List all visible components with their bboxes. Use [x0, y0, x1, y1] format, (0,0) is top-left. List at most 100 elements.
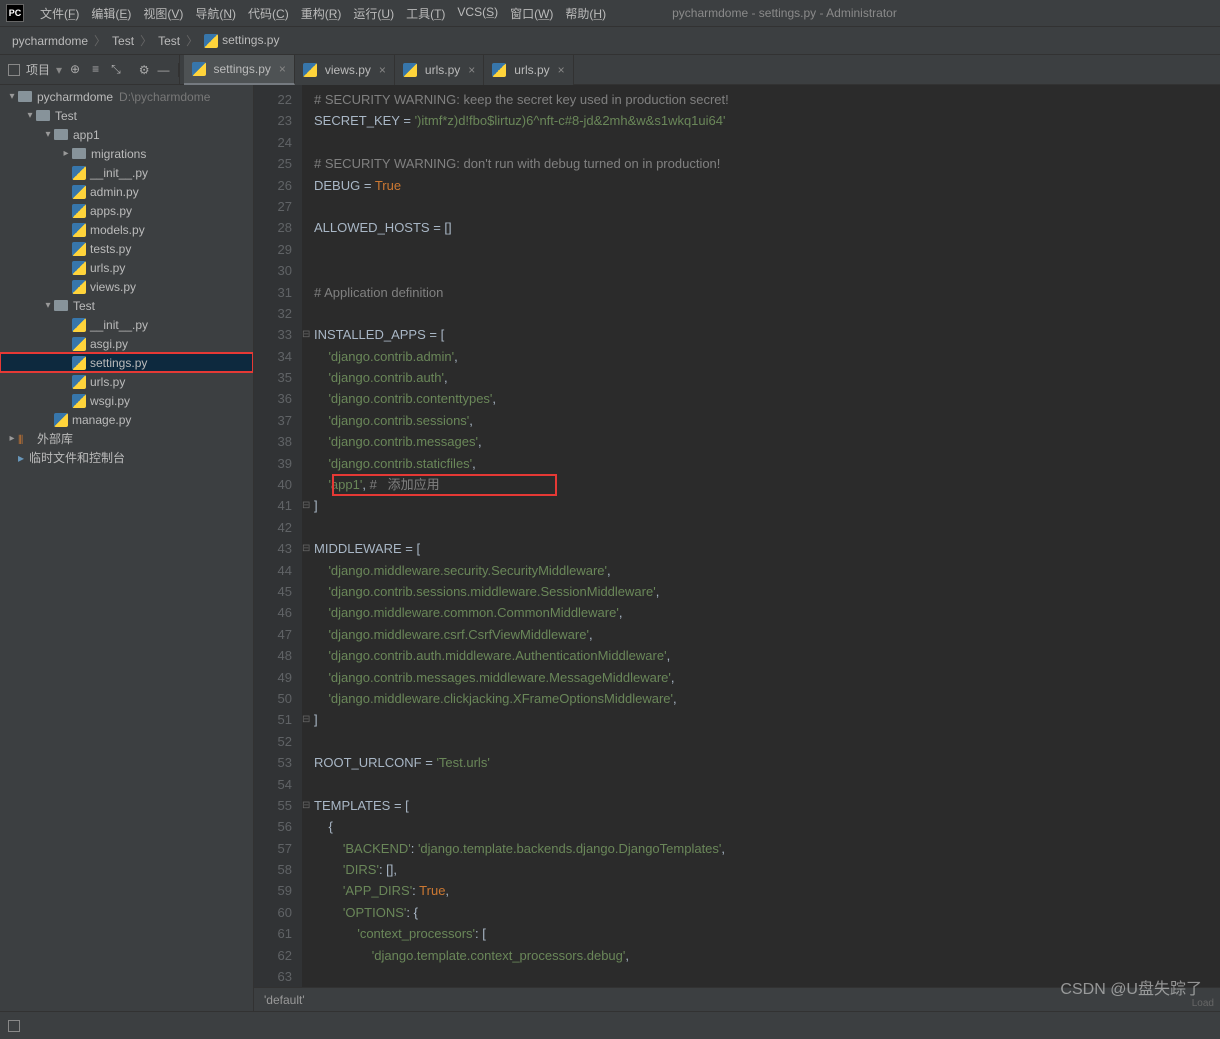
code-line[interactable] [302, 517, 1220, 538]
project-sidebar[interactable]: ▾pycharmdomeD:\pycharmdome▾Test▾app1▸mig… [0, 85, 254, 1035]
code-line[interactable]: 'OPTIONS': { [302, 902, 1220, 923]
close-icon[interactable]: × [468, 63, 475, 77]
tree-item[interactable]: ▸外部库 [0, 429, 253, 448]
flatten-icon[interactable]: ≡ [92, 62, 99, 77]
code-line[interactable] [302, 260, 1220, 281]
tool-window-icon[interactable] [8, 1020, 20, 1032]
code-line[interactable]: 'django.contrib.auth', [302, 367, 1220, 388]
code-line[interactable]: 'django.contrib.auth.middleware.Authenti… [302, 645, 1220, 666]
gear-icon[interactable]: ⚙ [139, 63, 150, 77]
code-line[interactable]: 'django.middleware.csrf.CsrfViewMiddlewa… [302, 624, 1220, 645]
code-line[interactable]: 'django.template.context_processors.debu… [302, 945, 1220, 966]
code-line[interactable]: SECRET_KEY = ')itmf*z)d!fbo$lirtuz)6^nft… [302, 110, 1220, 131]
menu-item[interactable]: 工具(T) [400, 5, 451, 22]
code-line[interactable]: 'django.contrib.sessions.middleware.Sess… [302, 581, 1220, 602]
menu-item[interactable]: 窗口(W) [504, 5, 559, 22]
close-icon[interactable]: × [558, 63, 565, 77]
code-line[interactable]: # Application definition [302, 282, 1220, 303]
tree-item[interactable]: admin.py [0, 182, 253, 201]
code-line[interactable]: 'django.middleware.common.CommonMiddlewa… [302, 602, 1220, 623]
editor-code[interactable]: # SECURITY WARNING: keep the secret key … [302, 85, 1220, 1035]
code-line[interactable]: 'django.contrib.staticfiles', [302, 453, 1220, 474]
menu-item[interactable]: 视图(V) [137, 5, 189, 22]
code-line[interactable]: 'DIRS': [], [302, 859, 1220, 880]
dropdown-icon[interactable]: ▾ [56, 63, 62, 77]
project-tool-label[interactable]: 项目 ▾ [0, 61, 70, 78]
expand-arrow-icon[interactable]: ▾ [24, 110, 36, 121]
menu-item[interactable]: VCS(S) [451, 5, 504, 22]
tree-item[interactable]: ▾Test [0, 296, 253, 315]
tree-item[interactable]: urls.py [0, 372, 253, 391]
editor-tab[interactable]: settings.py× [184, 55, 295, 85]
breadcrumb-item[interactable]: Test [156, 34, 182, 48]
tree-item[interactable]: settings.py [0, 353, 253, 372]
code-line[interactable]: 'django.contrib.contenttypes', [302, 388, 1220, 409]
code-line[interactable]: ROOT_URLCONF = 'Test.urls' [302, 752, 1220, 773]
code-line[interactable] [302, 239, 1220, 260]
code-line[interactable]: # SECURITY WARNING: don't run with debug… [302, 153, 1220, 174]
code-line[interactable] [302, 132, 1220, 153]
code-line[interactable]: ALLOWED_HOSTS = [] [302, 217, 1220, 238]
code-editor[interactable]: 2223242526272829303132333435363738394041… [254, 85, 1220, 1035]
code-line[interactable]: ⊟MIDDLEWARE = [ [302, 538, 1220, 559]
close-icon[interactable]: × [379, 63, 386, 77]
code-line[interactable]: 'django.contrib.messages', [302, 431, 1220, 452]
code-line[interactable]: 'django.contrib.admin', [302, 346, 1220, 367]
code-line[interactable]: 'APP_DIRS': True, [302, 880, 1220, 901]
tree-item[interactable]: models.py [0, 220, 253, 239]
hide-icon[interactable]: — [158, 63, 170, 77]
code-line[interactable] [302, 196, 1220, 217]
collapse-icon[interactable]: ⤡ [111, 62, 121, 77]
tree-item[interactable]: ▾Test [0, 106, 253, 125]
code-line[interactable]: 'django.middleware.clickjacking.XFrameOp… [302, 688, 1220, 709]
code-line[interactable]: ⊟INSTALLED_APPS = [ [302, 324, 1220, 345]
tree-item[interactable]: asgi.py [0, 334, 253, 353]
code-line[interactable] [302, 303, 1220, 324]
code-line[interactable]: DEBUG = True [302, 175, 1220, 196]
code-line[interactable]: # SECURITY WARNING: keep the secret key … [302, 89, 1220, 110]
code-line[interactable]: 'django.middleware.security.SecurityMidd… [302, 560, 1220, 581]
breadcrumb-item[interactable]: settings.py [202, 33, 281, 48]
code-line[interactable]: ⊟TEMPLATES = [ [302, 795, 1220, 816]
menu-item[interactable]: 重构(R) [295, 5, 348, 22]
code-line[interactable]: { [302, 816, 1220, 837]
project-tree[interactable]: ▾pycharmdomeD:\pycharmdome▾Test▾app1▸mig… [0, 85, 253, 467]
tree-item[interactable]: wsgi.py [0, 391, 253, 410]
menu-item[interactable]: 导航(N) [189, 5, 242, 22]
menu-item[interactable]: 运行(U) [347, 5, 400, 22]
locate-icon[interactable]: ⊕ [70, 62, 80, 77]
tree-item[interactable]: apps.py [0, 201, 253, 220]
tree-item[interactable]: ▾app1 [0, 125, 253, 144]
tree-item[interactable]: tests.py [0, 239, 253, 258]
code-line[interactable]: 'django.contrib.sessions', [302, 410, 1220, 431]
editor-tab[interactable]: urls.py× [395, 55, 484, 85]
tree-item[interactable]: __init__.py [0, 163, 253, 182]
close-icon[interactable]: × [279, 62, 286, 76]
code-line[interactable]: ⊟] [302, 709, 1220, 730]
tree-item[interactable]: views.py [0, 277, 253, 296]
code-line[interactable] [302, 774, 1220, 795]
code-line[interactable] [302, 731, 1220, 752]
tree-item[interactable]: ▾pycharmdomeD:\pycharmdome [0, 87, 253, 106]
code-line[interactable]: 'django.contrib.messages.middleware.Mess… [302, 667, 1220, 688]
expand-arrow-icon[interactable]: ▸ [6, 433, 18, 444]
tree-item[interactable]: __init__.py [0, 315, 253, 334]
tree-item[interactable]: 临时文件和控制台 [0, 448, 253, 467]
menu-item[interactable]: 编辑(E) [85, 5, 137, 22]
code-line[interactable]: ⊟] [302, 495, 1220, 516]
menu-item[interactable]: 帮助(H) [559, 5, 612, 22]
tree-item[interactable]: manage.py [0, 410, 253, 429]
code-line[interactable]: 'app1', # 添加应用 [302, 474, 1220, 495]
expand-arrow-icon[interactable]: ▾ [6, 91, 18, 102]
editor-tab[interactable]: urls.py× [484, 55, 573, 85]
expand-arrow-icon[interactable]: ▸ [60, 148, 72, 159]
menu-item[interactable]: 代码(C) [242, 5, 295, 22]
menu-item[interactable]: 文件(F) [34, 5, 85, 22]
breadcrumb-item[interactable]: Test [110, 34, 136, 48]
tree-item[interactable]: urls.py [0, 258, 253, 277]
tree-item[interactable]: ▸migrations [0, 144, 253, 163]
expand-arrow-icon[interactable]: ▾ [42, 300, 54, 311]
editor-tab[interactable]: views.py× [295, 55, 395, 85]
code-line[interactable]: 'BACKEND': 'django.template.backends.dja… [302, 838, 1220, 859]
breadcrumb-item[interactable]: pycharmdome [10, 34, 90, 48]
